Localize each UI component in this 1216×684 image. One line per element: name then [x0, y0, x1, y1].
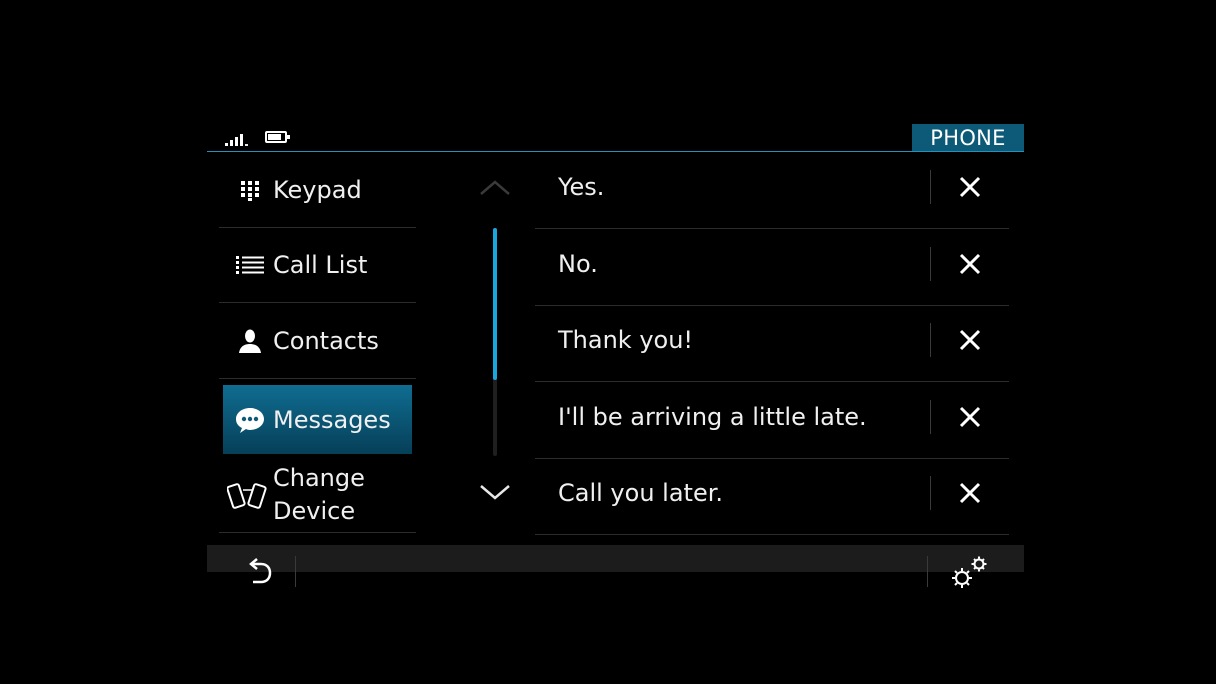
close-icon[interactable]	[953, 476, 987, 510]
menu-item-label-line1: Change	[273, 464, 365, 492]
scrollbar-thumb[interactable]	[493, 228, 497, 380]
battery-icon	[265, 131, 290, 143]
scroll-up-button[interactable]	[479, 178, 511, 198]
keypad-icon	[233, 153, 267, 227]
list-item[interactable]: Yes.	[535, 152, 1009, 229]
menu-item-messages[interactable]: Messages	[223, 385, 412, 454]
menu-item-label: Contacts	[273, 327, 379, 355]
message-text: I'll be arriving a little late.	[558, 403, 867, 431]
divider	[930, 170, 931, 204]
close-icon[interactable]	[953, 323, 987, 357]
close-icon[interactable]	[953, 247, 987, 281]
list-item[interactable]: No.	[535, 229, 1009, 306]
message-text: Yes.	[558, 173, 605, 201]
message-text: No.	[558, 250, 598, 278]
divider	[930, 476, 931, 510]
menu-item-keypad[interactable]: Keypad	[219, 153, 416, 228]
scroll-down-button[interactable]	[479, 482, 511, 502]
menu-item-label: Call List	[273, 251, 368, 279]
chat-bubble-icon	[233, 385, 267, 454]
list-item[interactable]: I'll be arriving a little late.	[535, 382, 1009, 459]
divider	[930, 400, 931, 434]
list-item[interactable]: Call you later.	[535, 458, 1009, 535]
divider	[930, 247, 931, 281]
signal-bars-icon	[225, 130, 251, 146]
gear-icon[interactable]	[947, 552, 993, 592]
menu-item-call-list[interactable]: Call List	[219, 228, 416, 303]
divider	[295, 556, 296, 587]
menu-item-label-line2: Device	[273, 497, 356, 525]
close-icon[interactable]	[953, 170, 987, 204]
menu-item-contacts[interactable]: Contacts	[219, 304, 416, 379]
message-text: Call you later.	[558, 479, 723, 507]
menu-item-change-device[interactable]: Change Device	[219, 458, 416, 533]
message-text: Thank you!	[558, 326, 694, 354]
close-icon[interactable]	[953, 400, 987, 434]
person-icon	[233, 304, 267, 378]
list-item[interactable]: Thank you!	[535, 305, 1009, 382]
phone-screen: PHONE Keypad Call List Contacts Messages…	[207, 124, 1024, 590]
menu-item-label: Change Device	[273, 458, 365, 532]
devices-icon	[225, 458, 271, 532]
divider	[927, 556, 928, 587]
page-title: PHONE	[912, 124, 1024, 151]
menu-item-label: Keypad	[273, 176, 362, 204]
back-icon[interactable]	[241, 554, 277, 590]
bottom-bar	[207, 545, 1024, 572]
status-bar: PHONE	[207, 124, 1024, 152]
divider	[930, 323, 931, 357]
list-icon	[233, 228, 267, 302]
menu-item-label: Messages	[273, 405, 391, 434]
